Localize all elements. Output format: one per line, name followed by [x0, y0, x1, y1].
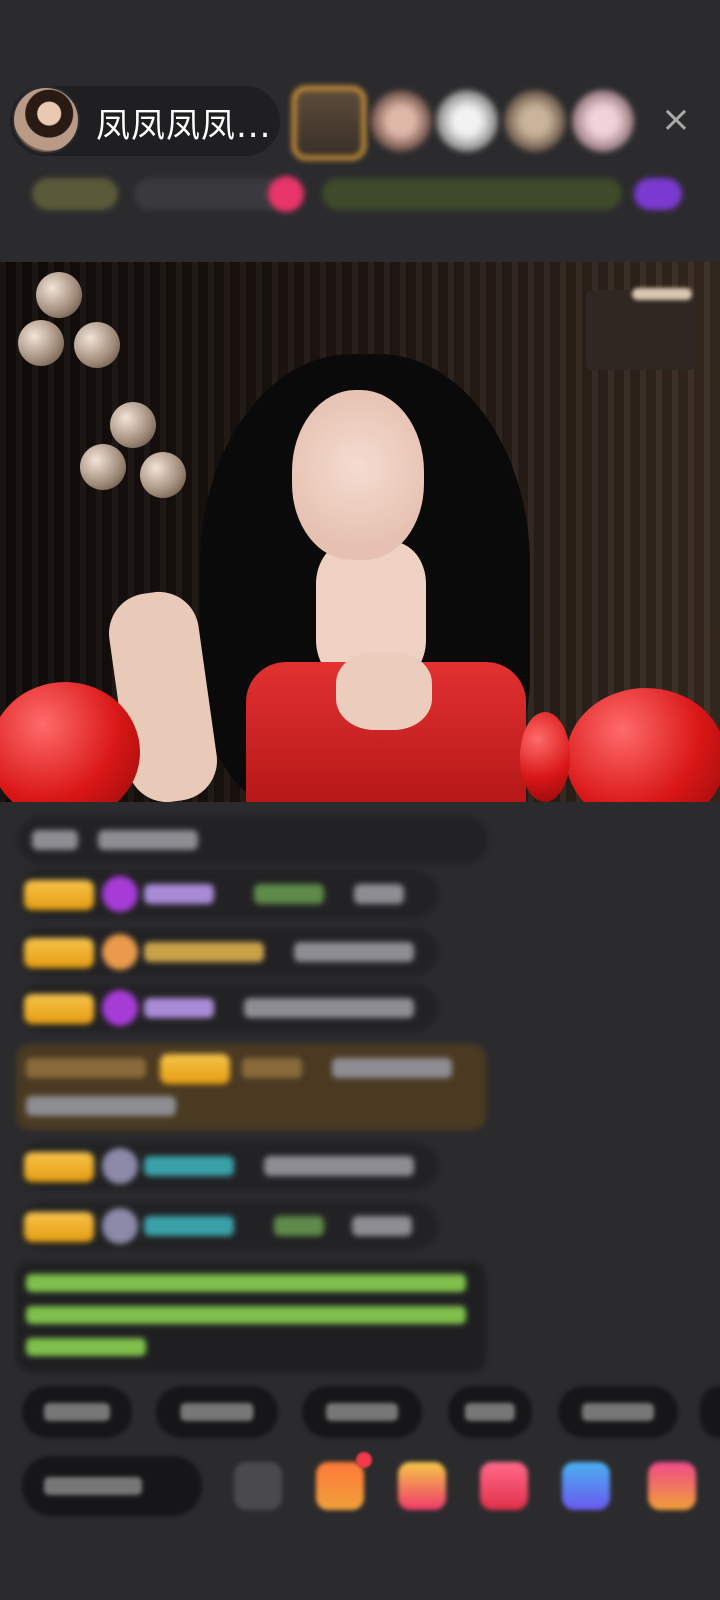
quick-reply-chip[interactable]: [558, 1386, 678, 1438]
stage-lamp: [586, 290, 696, 370]
close-icon[interactable]: ×: [654, 98, 698, 142]
quick-reply-chip[interactable]: [700, 1386, 720, 1438]
quick-reply-chip[interactable]: [22, 1386, 132, 1438]
heart-icon[interactable]: [268, 176, 304, 212]
chat-message: [18, 1202, 438, 1250]
viewer-avatar[interactable]: [370, 90, 432, 152]
top-viewer-avatar[interactable]: [292, 86, 366, 160]
live-video-stream[interactable]: [0, 262, 720, 802]
chat-message: [18, 870, 438, 918]
decor-orb: [80, 444, 126, 490]
decor-orb: [110, 402, 156, 448]
red-balloon: [520, 712, 570, 802]
decor-orb: [36, 272, 82, 318]
viewer-avatar[interactable]: [436, 90, 498, 152]
host-name[interactable]: 凤凤凤凤...: [96, 98, 271, 147]
quick-reply-chip[interactable]: [302, 1386, 422, 1438]
rank-chip[interactable]: [32, 178, 118, 210]
comment-input[interactable]: [22, 1456, 202, 1516]
room-info-row: [22, 168, 692, 220]
decor-orb: [18, 320, 64, 366]
level-chip[interactable]: [634, 178, 682, 210]
quick-reply-chip[interactable]: [448, 1386, 532, 1438]
viewer-avatar[interactable]: [572, 90, 634, 152]
box-icon[interactable]: [398, 1462, 446, 1510]
chat-message: [18, 1142, 438, 1190]
emoji-icon[interactable]: [234, 1462, 282, 1510]
hot-chip[interactable]: [134, 178, 284, 210]
decor-orb: [140, 452, 186, 498]
chat-message: [18, 928, 438, 976]
decor-orb: [74, 322, 120, 368]
host-avatar[interactable]: [12, 86, 80, 154]
notification-dot: [356, 1452, 372, 1468]
streamer-hand: [336, 652, 432, 730]
chat-message: [18, 984, 438, 1032]
viewer-avatar[interactable]: [504, 90, 566, 152]
heart-gift-icon[interactable]: [480, 1462, 528, 1510]
chat-message: [18, 816, 488, 864]
activity-chip[interactable]: [322, 178, 622, 210]
streamer-face: [292, 390, 424, 560]
lamp-light: [632, 288, 692, 300]
more-icon[interactable]: [648, 1462, 696, 1510]
quick-reply-chip[interactable]: [156, 1386, 278, 1438]
gift-icon[interactable]: [316, 1462, 364, 1510]
highlighted-chat-message: [16, 1044, 486, 1130]
share-icon[interactable]: [562, 1462, 610, 1510]
system-notice: [16, 1262, 486, 1372]
